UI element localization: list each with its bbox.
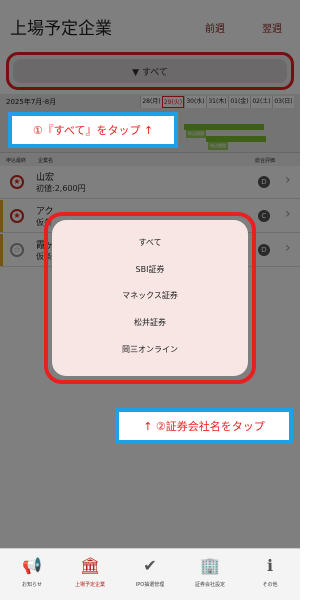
nav-label: 上場予定企業: [74, 582, 105, 588]
info-icon: ℹ: [266, 556, 274, 575]
nav-label: その他: [262, 582, 278, 588]
nav-upcoming-ipos[interactable]: 🏛 上場予定企業: [62, 549, 118, 600]
option-monex[interactable]: マネックス証券: [52, 287, 248, 305]
nav-label: お知らせ: [22, 582, 42, 588]
option-matsui[interactable]: 松井証券: [52, 314, 248, 332]
nav-label: 証券会社設定: [194, 582, 225, 588]
instruction-step2: ↑ ②証券会社名をタップ: [115, 408, 293, 444]
lottery-icon: ✔: [143, 556, 157, 575]
broker-icon: 🏢: [200, 556, 220, 575]
option-okasan[interactable]: 岡三オンライン: [52, 341, 248, 359]
option-all[interactable]: すべて: [52, 234, 248, 252]
megaphone-icon: 📢: [22, 556, 42, 575]
nav-other[interactable]: ℹ その他: [242, 549, 298, 600]
nav-lottery[interactable]: ✔ IPO抽選管理: [122, 549, 178, 600]
instruction-step1: ①『すべて』をタップ ↑: [8, 112, 178, 148]
nav-label: IPO抽選管理: [135, 582, 165, 588]
nav-broker-settings[interactable]: 🏢 証券会社設定: [182, 549, 238, 600]
broker-select-modal: すべて SBI証券 マネックス証券 松井証券 岡三オンライン: [52, 220, 248, 376]
bank-icon: 🏛: [80, 556, 101, 575]
bottom-nav: 📢 お知らせ 🏛 上場予定企業 ✔ IPO抽選管理 🏢 証券会社設定 ℹ その他: [0, 548, 300, 600]
nav-news[interactable]: 📢 お知らせ: [4, 549, 60, 600]
option-sbi[interactable]: SBI証券: [52, 261, 248, 279]
